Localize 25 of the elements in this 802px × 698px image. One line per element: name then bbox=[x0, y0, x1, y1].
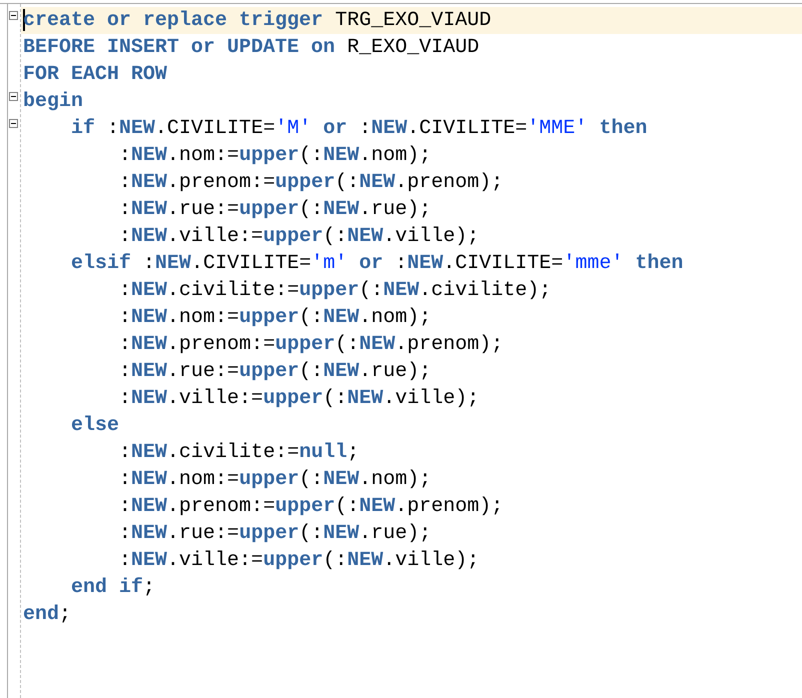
code-line: :NEW.ville:=upper(:NEW.ville); bbox=[118, 224, 480, 250]
code-line: :NEW.nom:=upper(:NEW.nom); bbox=[118, 143, 432, 169]
code-line: :NEW.ville:=upper(:NEW.ville); bbox=[118, 386, 480, 412]
code-line: FOR EACH ROW bbox=[22, 62, 168, 88]
code-line: :NEW.civilite:=null; bbox=[118, 440, 360, 466]
code-line: :NEW.ville:=upper(:NEW.ville); bbox=[118, 548, 480, 574]
code-line: BEFORE INSERT or UPDATE on R_EXO_VIAUD bbox=[22, 35, 480, 61]
collapse-icon[interactable] bbox=[9, 11, 18, 20]
code-line: :NEW.rue:=upper(:NEW.rue); bbox=[118, 359, 432, 385]
code-line: if :NEW.CIVILITE='M' or :NEW.CIVILITE='MME' then bbox=[70, 116, 648, 142]
code-line: begin bbox=[22, 89, 84, 115]
code-line: end if; bbox=[70, 575, 156, 601]
code-line: end; bbox=[22, 602, 72, 628]
collapse-icon[interactable] bbox=[9, 119, 18, 128]
code-line: :NEW.prenom:=upper(:NEW.prenom); bbox=[118, 332, 504, 358]
code-line: elsif :NEW.CIVILITE='m' or :NEW.CIVILITE='mme' then bbox=[70, 251, 684, 277]
code-line: else bbox=[70, 413, 120, 439]
code-line: :NEW.prenom:=upper(:NEW.prenom); bbox=[118, 170, 504, 196]
collapse-icon[interactable] bbox=[9, 92, 18, 101]
code-line: :NEW.rue:=upper(:NEW.rue); bbox=[118, 521, 432, 547]
code-line: :NEW.prenom:=upper(:NEW.prenom); bbox=[118, 494, 504, 520]
code-line: :NEW.nom:=upper(:NEW.nom); bbox=[118, 467, 432, 493]
code-line: :NEW.civilite:=upper(:NEW.civilite); bbox=[118, 278, 552, 304]
code-line: :NEW.nom:=upper(:NEW.nom); bbox=[118, 305, 432, 331]
code-line: :NEW.rue:=upper(:NEW.rue); bbox=[118, 197, 432, 223]
